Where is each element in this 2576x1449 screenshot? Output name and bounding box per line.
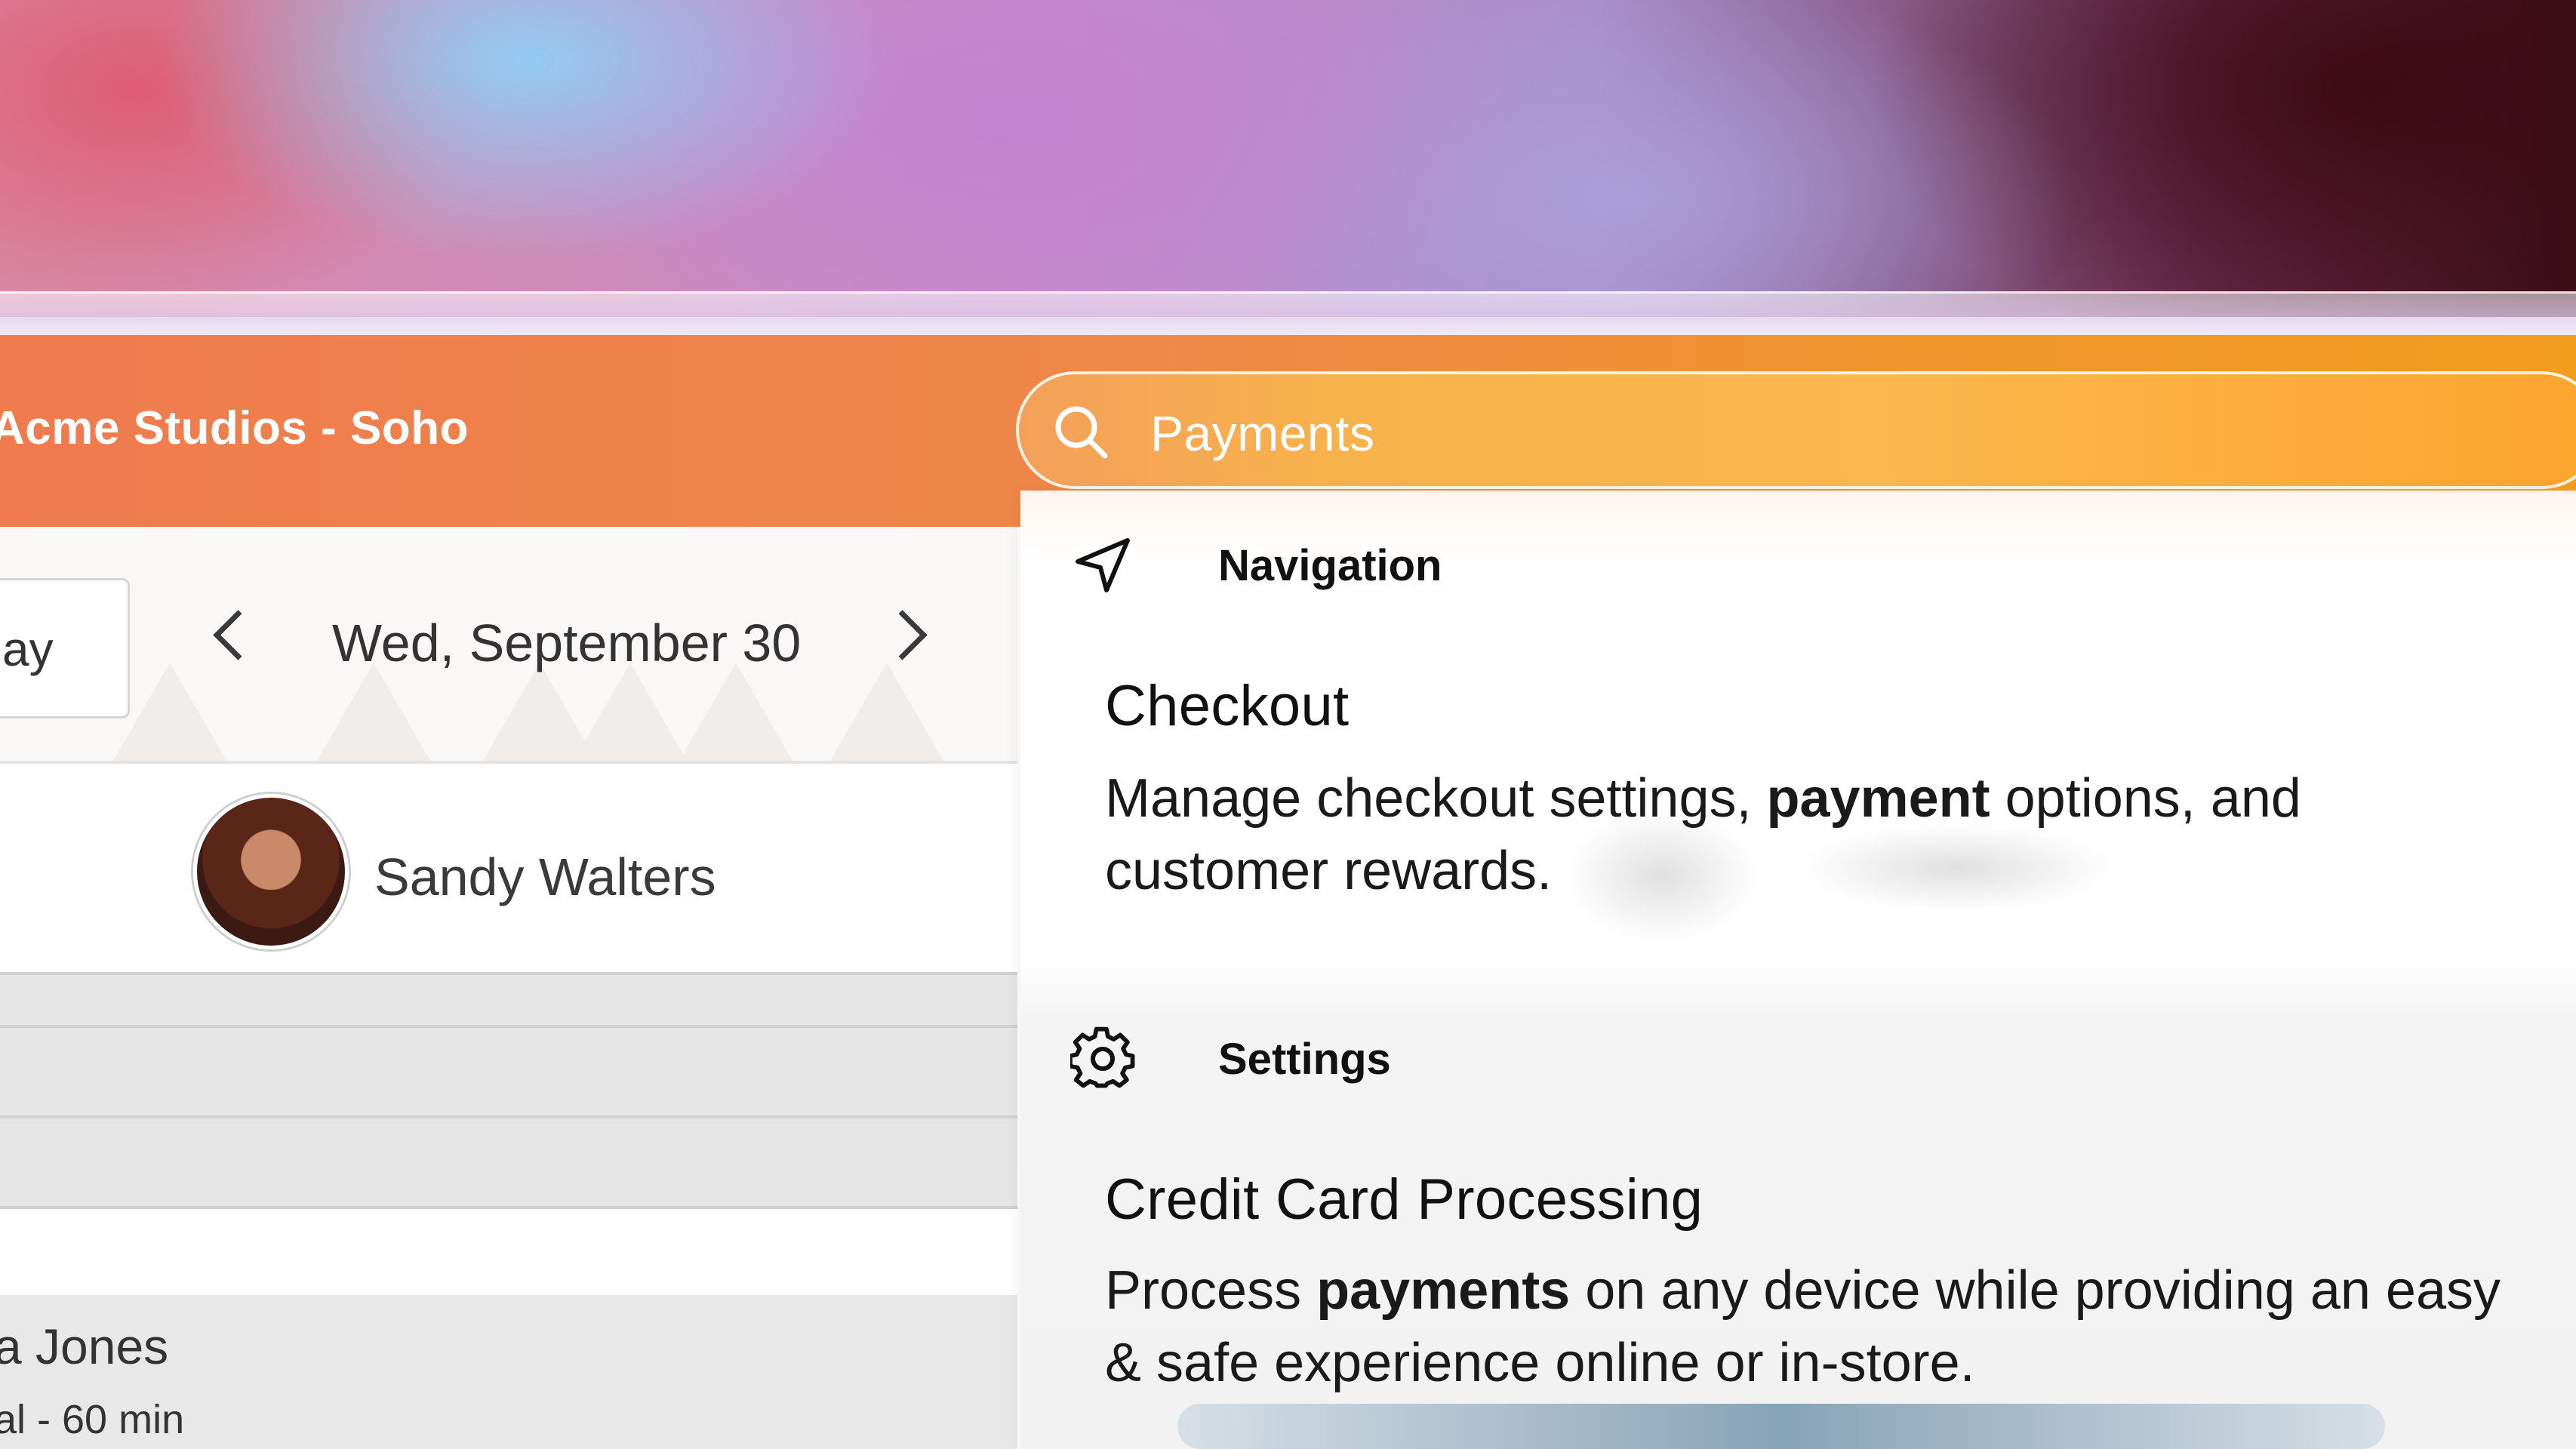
desc-text: Manage checkout settings, <box>1105 768 1767 829</box>
decor-triangle <box>574 663 687 761</box>
decor-triangle <box>317 663 430 761</box>
gear-icon <box>1070 1026 1135 1088</box>
search-icon <box>1055 406 1108 459</box>
date-navigation-bar: ay Wed, September 30 <box>0 527 1017 764</box>
staff-avatar[interactable] <box>193 794 349 949</box>
decor-triangle <box>679 663 792 761</box>
chevron-right-icon[interactable] <box>877 610 928 660</box>
desc-text: Process <box>1105 1260 1317 1321</box>
window-frame-edge <box>0 291 2576 339</box>
staff-name[interactable]: Sandy Walters <box>374 847 716 907</box>
time-slot[interactable] <box>0 975 1017 1028</box>
result-title-checkout[interactable]: Checkout <box>1105 673 1349 739</box>
decor-triangle <box>830 663 943 761</box>
appointment-card[interactable]: a Jones al - 60 min <box>0 1295 1017 1449</box>
appointment-detail: al - 60 min <box>0 1397 185 1442</box>
search-results-dropdown: Navigation Checkout Manage checkout sett… <box>1020 491 2576 1449</box>
today-button-label: ay <box>2 622 54 676</box>
staff-header-row: Sandy Walters <box>0 764 1017 975</box>
calendar-panel: ay Wed, September 30 Sandy Walters a Jon… <box>0 527 1017 1449</box>
result-description-credit-card-processing[interactable]: Process payments on any device while pro… <box>1105 1254 2539 1399</box>
result-description-checkout[interactable]: Manage checkout settings, payment option… <box>1105 762 2539 907</box>
result-title-credit-card-processing[interactable]: Credit Card Processing <box>1105 1167 1703 1232</box>
search-input[interactable]: Payments <box>1016 371 2576 489</box>
desc-highlight: payments <box>1316 1260 1571 1321</box>
search-query-text: Payments <box>1150 405 1375 461</box>
navigation-arrow-icon <box>1076 538 1130 592</box>
chevron-left-icon[interactable] <box>213 610 263 660</box>
time-slot[interactable] <box>0 1028 1017 1118</box>
appointment-client-name: a Jones <box>0 1318 169 1374</box>
decor-triangle <box>113 663 226 761</box>
current-date-label[interactable]: Wed, September 30 <box>332 613 801 673</box>
desc-highlight: payment <box>1766 768 1990 829</box>
today-button[interactable]: ay <box>0 578 130 718</box>
section-heading-label: Navigation <box>1218 541 1442 590</box>
blurred-button-hint <box>1177 1404 2385 1449</box>
desktop-wallpaper <box>0 0 2576 317</box>
studio-name[interactable]: Acme Studios - Soho <box>0 401 469 455</box>
app-window: Acme Studios - Soho ay Wed, September 30… <box>0 335 2576 1449</box>
section-heading-label: Settings <box>1218 1035 1391 1084</box>
time-slot[interactable] <box>0 1118 1017 1209</box>
